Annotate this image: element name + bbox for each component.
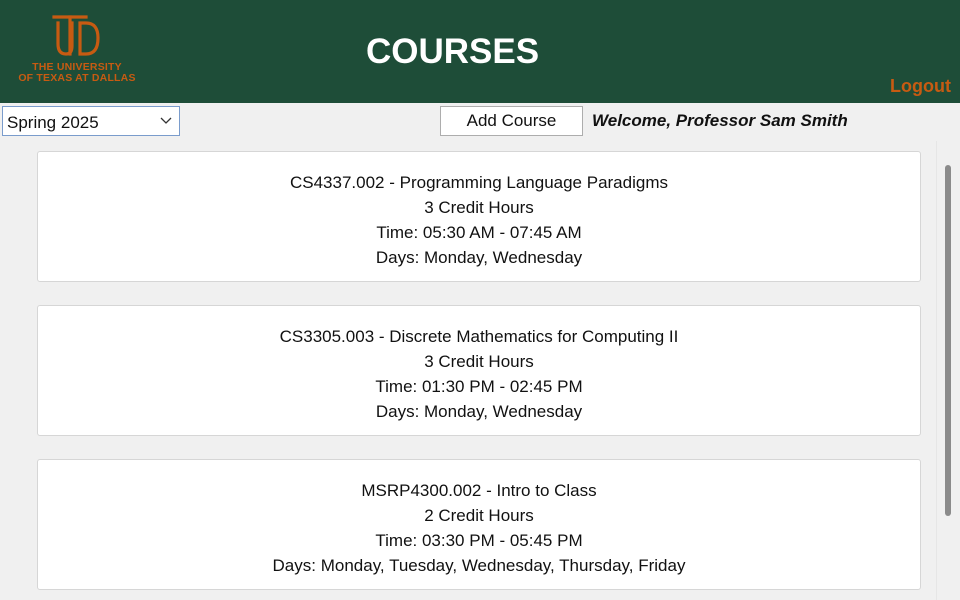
term-select[interactable]: Spring 2025: [2, 106, 180, 136]
course-days: Days: Monday, Wednesday: [375, 248, 583, 267]
course-credits: 3 Credit Hours: [424, 352, 534, 371]
utd-logo: THE UNIVERSITY OF TEXAS AT DALLAS: [12, 14, 142, 86]
logout-link[interactable]: Logout: [890, 76, 951, 97]
course-card[interactable]: CS4337.002 - Programming Language Paradi…: [37, 151, 921, 282]
course-days: Days: Monday, Tuesday, Wednesday, Thursd…: [272, 556, 686, 575]
vertical-scrollbar[interactable]: [936, 141, 960, 600]
utd-monogram-icon: [52, 15, 100, 56]
term-select-value: Spring 2025: [7, 113, 99, 132]
course-credits: 3 Credit Hours: [424, 198, 534, 217]
page-title: COURSES: [366, 32, 540, 71]
chevron-down-icon: [160, 117, 172, 124]
course-title: MSRP4300.002 - Intro to Class: [361, 481, 597, 500]
course-title: CS3305.003 - Discrete Mathematics for Co…: [279, 327, 679, 346]
logo-text-line2: OF TEXAS AT DALLAS: [18, 72, 136, 84]
course-title: CS4337.002 - Programming Language Paradi…: [289, 173, 668, 192]
logo-wordmark: THE UNIVERSITY OF TEXAS AT DALLAS: [12, 62, 142, 84]
scrollbar-thumb[interactable]: [945, 165, 951, 516]
course-time: Time: 03:30 PM - 05:45 PM: [375, 531, 583, 550]
course-credits: 2 Credit Hours: [424, 506, 534, 525]
course-days: Days: Monday, Wednesday: [375, 402, 583, 421]
welcome-message: Welcome, Professor Sam Smith: [592, 111, 848, 130]
course-card[interactable]: MSRP4300.002 - Intro to Class 2 Credit H…: [37, 459, 921, 590]
app-header: THE UNIVERSITY OF TEXAS AT DALLAS COURSE…: [0, 0, 960, 103]
course-time: Time: 05:30 AM - 07:45 AM: [376, 223, 582, 242]
course-time: Time: 01:30 PM - 02:45 PM: [375, 377, 583, 396]
toolbar: Spring 2025 Add Course Welcome, Professo…: [0, 103, 960, 141]
add-course-button[interactable]: Add Course: [440, 106, 583, 136]
course-card[interactable]: CS3305.003 - Discrete Mathematics for Co…: [37, 305, 921, 436]
course-list: CS4337.002 - Programming Language Paradi…: [0, 141, 936, 600]
